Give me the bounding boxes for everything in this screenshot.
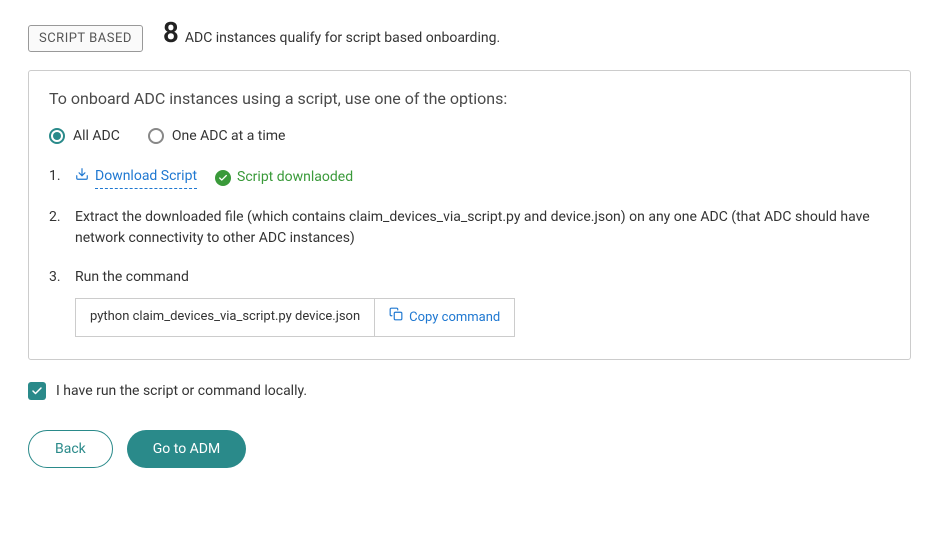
step-2: 2. Extract the downloaded file (which co… [49,207,890,249]
instance-count-suffix: ADC instances qualify for script based o… [185,30,500,46]
panel-title: To onboard ADC instances using a script,… [49,89,890,108]
command-text: python claim_devices_via_script.py devic… [76,299,375,336]
onboarding-panel: To onboard ADC instances using a script,… [28,70,911,360]
confirm-label: I have run the script or command locally… [56,383,307,399]
radio-all-adc[interactable]: All ADC [49,128,120,144]
radio-row: All ADC One ADC at a time [49,128,890,144]
step-2-text: Extract the downloaded file (which conta… [75,207,890,249]
header-row: SCRIPT BASED 8 ADC instances qualify for… [28,16,911,52]
instance-count: 8 [163,16,179,49]
go-to-adm-button[interactable]: Go to ADM [127,430,246,468]
step-number: 2. [49,207,65,249]
qualify-text: 8 ADC instances qualify for script based… [163,16,500,49]
step-1: 1. Download Script Script downlaoded [49,166,890,189]
button-row: Back Go to ADM [28,430,911,468]
step-3-label: Run the command [75,267,890,288]
download-icon [75,167,89,188]
download-status: Script downlaoded [215,167,353,188]
check-icon [215,170,231,186]
confirm-row: I have run the script or command locally… [28,382,911,400]
step-number: 1. [49,166,65,189]
radio-label: All ADC [73,128,120,144]
copy-command-button[interactable]: Copy command [375,299,514,336]
radio-one-adc[interactable]: One ADC at a time [148,128,286,144]
script-based-badge: SCRIPT BASED [28,25,143,52]
download-script-link[interactable]: Download Script [75,166,197,189]
step-number: 3. [49,267,65,337]
download-script-label: Download Script [95,166,197,189]
confirm-checkbox[interactable] [28,382,46,400]
radio-label: One ADC at a time [172,128,286,144]
radio-icon [49,128,65,144]
copy-command-label: Copy command [409,308,500,328]
download-status-label: Script downlaoded [237,167,353,188]
step-3: 3. Run the command python claim_devices_… [49,267,890,337]
copy-icon [389,307,403,328]
radio-icon [148,128,164,144]
back-button[interactable]: Back [28,430,113,468]
